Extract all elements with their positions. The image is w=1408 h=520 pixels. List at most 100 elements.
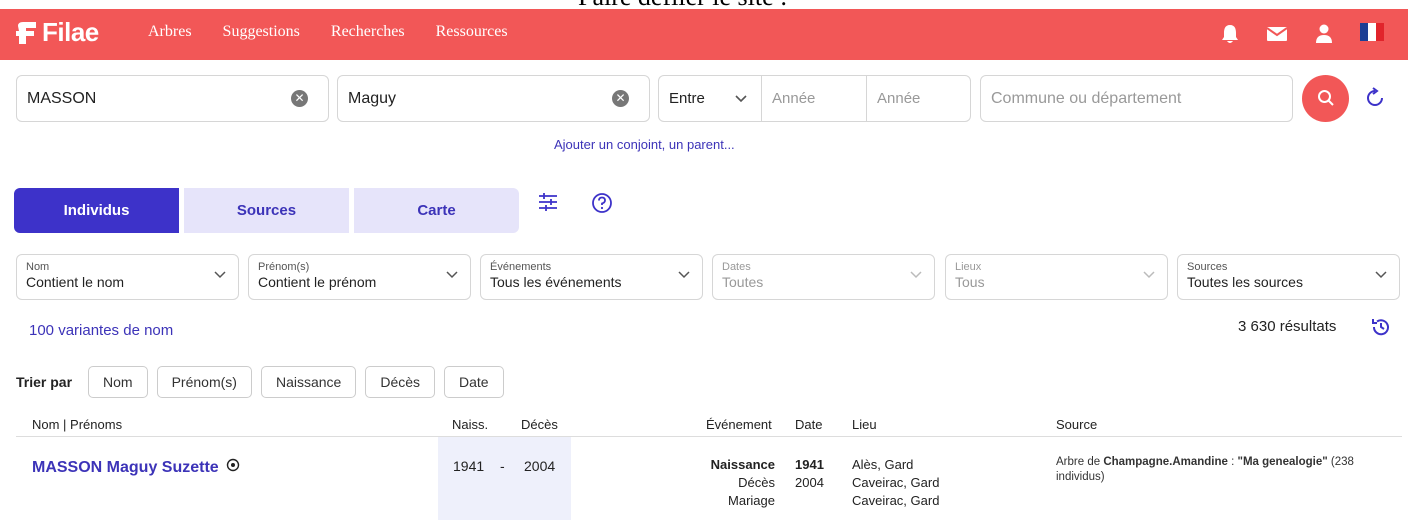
annee-fin-input[interactable]: Année <box>866 75 971 122</box>
sort-nom-button[interactable]: Nom <box>88 366 148 398</box>
event-place: Caveirac, Gard <box>852 493 940 508</box>
commune-placeholder: Commune ou département <box>991 89 1182 107</box>
header-nom: Nom | Prénoms <box>32 417 123 432</box>
nav-link-arbres[interactable]: Arbres <box>148 23 192 41</box>
clear-nom-icon[interactable]: ✕ <box>291 90 308 107</box>
person-name: MASSON Maguy Suzette <box>32 459 219 476</box>
clear-prenom-icon[interactable]: ✕ <box>612 90 629 107</box>
name-variants-link[interactable]: 100 variantes de nom <box>29 322 173 339</box>
tab-carte[interactable]: Carte <box>354 188 519 233</box>
nav-link-suggestions[interactable]: Suggestions <box>223 23 300 41</box>
filter-prenom-value: Contient le prénom <box>258 274 377 290</box>
events-list: Naissance Décès Mariage <box>690 456 775 510</box>
filter-nom-value: Contient le nom <box>26 274 125 290</box>
source-title: "Ma genealogie" <box>1237 456 1328 468</box>
filter-evenements[interactable]: Événements Tous les événements <box>480 254 703 300</box>
filter-evenements-value: Tous les événements <box>490 274 622 290</box>
source-separator: : <box>1227 456 1238 468</box>
filter-dates-label: Dates <box>722 261 751 273</box>
bell-icon[interactable] <box>1220 23 1240 45</box>
target-icon <box>226 458 240 472</box>
french-flag-icon[interactable] <box>1360 23 1384 45</box>
filter-nom[interactable]: Nom Contient le nom <box>16 254 239 300</box>
event-dates: 1941 2004 <box>795 456 824 492</box>
nav-link-recherches[interactable]: Recherches <box>331 23 405 41</box>
event-type: Mariage <box>728 493 775 508</box>
header-source: Source <box>1056 417 1098 432</box>
filter-prenom[interactable]: Prénom(s) Contient le prénom <box>248 254 471 300</box>
person-name-link[interactable]: MASSON Maguy Suzette <box>32 458 240 477</box>
event-place: Caveirac, Gard <box>852 475 940 490</box>
header-lieu: Lieu <box>852 417 877 432</box>
chevron-down-icon <box>678 271 690 279</box>
top-caption-text: Faire défiler le site : <box>578 0 787 9</box>
filter-sources[interactable]: Sources Toutes les sources <box>1177 254 1400 300</box>
source-prefix: Arbre de <box>1056 456 1101 468</box>
filter-lieux-value: Tous <box>955 274 985 290</box>
death-year: 2004 <box>524 458 556 474</box>
brand-name: Filae <box>42 17 99 47</box>
birth-year: 1941 <box>453 458 485 474</box>
header-date: Date <box>795 417 823 432</box>
reset-search-icon[interactable] <box>1364 87 1386 114</box>
sort-deces-button[interactable]: Décès <box>365 366 436 398</box>
source-author: Champagne.Amandine <box>1103 456 1228 468</box>
filae-logo[interactable]: Filae <box>16 17 99 48</box>
search-icon <box>1318 90 1334 106</box>
filter-lieux[interactable]: Lieux Tous <box>945 254 1168 300</box>
event-place: Alès, Gard <box>852 457 914 472</box>
filter-settings-icon[interactable] <box>537 192 559 217</box>
nom-field-value: MASSON <box>27 89 97 107</box>
top-navbar: Filae Arbres Suggestions Recherches Ress… <box>0 9 1408 60</box>
filter-evenements-label: Événements <box>490 261 552 273</box>
history-icon[interactable] <box>1370 316 1392 343</box>
nav-link-ressources[interactable]: Ressources <box>436 23 508 41</box>
chevron-down-icon <box>1143 271 1155 279</box>
year-separator: - <box>500 458 505 474</box>
dates-column-highlight <box>438 437 571 520</box>
chevron-down-icon <box>1375 271 1387 279</box>
commune-input[interactable]: Commune ou département <box>980 75 1293 122</box>
filter-dates-value: Toutes <box>722 274 764 290</box>
add-relative-link[interactable]: Ajouter un conjoint, un parent... <box>554 137 735 152</box>
tab-sources[interactable]: Sources <box>184 188 349 233</box>
sort-label: Trier par <box>16 374 73 390</box>
mail-icon[interactable] <box>1266 23 1288 45</box>
chevron-down-icon <box>446 271 458 279</box>
sort-naissance-button[interactable]: Naissance <box>260 366 357 398</box>
filae-logo-icon <box>16 21 36 44</box>
event-type: Naissance <box>710 457 775 472</box>
chevron-down-icon <box>214 271 226 279</box>
tab-individus[interactable]: Individus <box>14 188 179 233</box>
header-evenement: Événement <box>706 417 772 432</box>
top-caption: Faire défiler le site : <box>0 0 1408 9</box>
prenom-field[interactable]: Maguy ✕ <box>337 75 650 122</box>
filter-prenom-label: Prénom(s) <box>258 261 310 273</box>
annee-fin-placeholder: Année <box>877 90 921 107</box>
results-tabs: Individus Sources Carte <box>14 188 524 233</box>
user-icon[interactable] <box>1314 23 1334 45</box>
sort-prenom-button[interactable]: Prénom(s) <box>156 366 252 398</box>
annee-debut-input[interactable]: Année <box>761 75 867 122</box>
table-divider <box>16 436 1402 437</box>
nom-field[interactable]: MASSON ✕ <box>16 75 329 122</box>
annee-debut-placeholder: Année <box>772 90 816 107</box>
chevron-down-icon <box>735 95 747 103</box>
filter-lieux-label: Lieux <box>955 261 982 273</box>
filter-sources-label: Sources <box>1187 261 1228 273</box>
sort-bar: Trier par Nom Prénom(s) Naissance Décès … <box>16 366 513 398</box>
event-date: 2004 <box>795 475 824 490</box>
filter-nom-label: Nom <box>26 261 50 273</box>
help-icon[interactable] <box>591 192 613 219</box>
entre-select[interactable]: Entre <box>658 75 762 122</box>
event-type: Décès <box>738 475 775 490</box>
event-date: 1941 <box>795 457 824 472</box>
filter-dates[interactable]: Dates Toutes <box>712 254 935 300</box>
filter-sources-value: Toutes les sources <box>1187 274 1303 290</box>
results-count: 3 630 résultats <box>1238 318 1337 335</box>
source-link[interactable]: Arbre de Champagne.Amandine : "Ma geneal… <box>1056 455 1376 485</box>
search-button[interactable] <box>1302 75 1349 122</box>
header-deces: Décès <box>521 417 558 432</box>
sort-date-button[interactable]: Date <box>444 366 504 398</box>
prenom-field-value: Maguy <box>348 89 397 107</box>
